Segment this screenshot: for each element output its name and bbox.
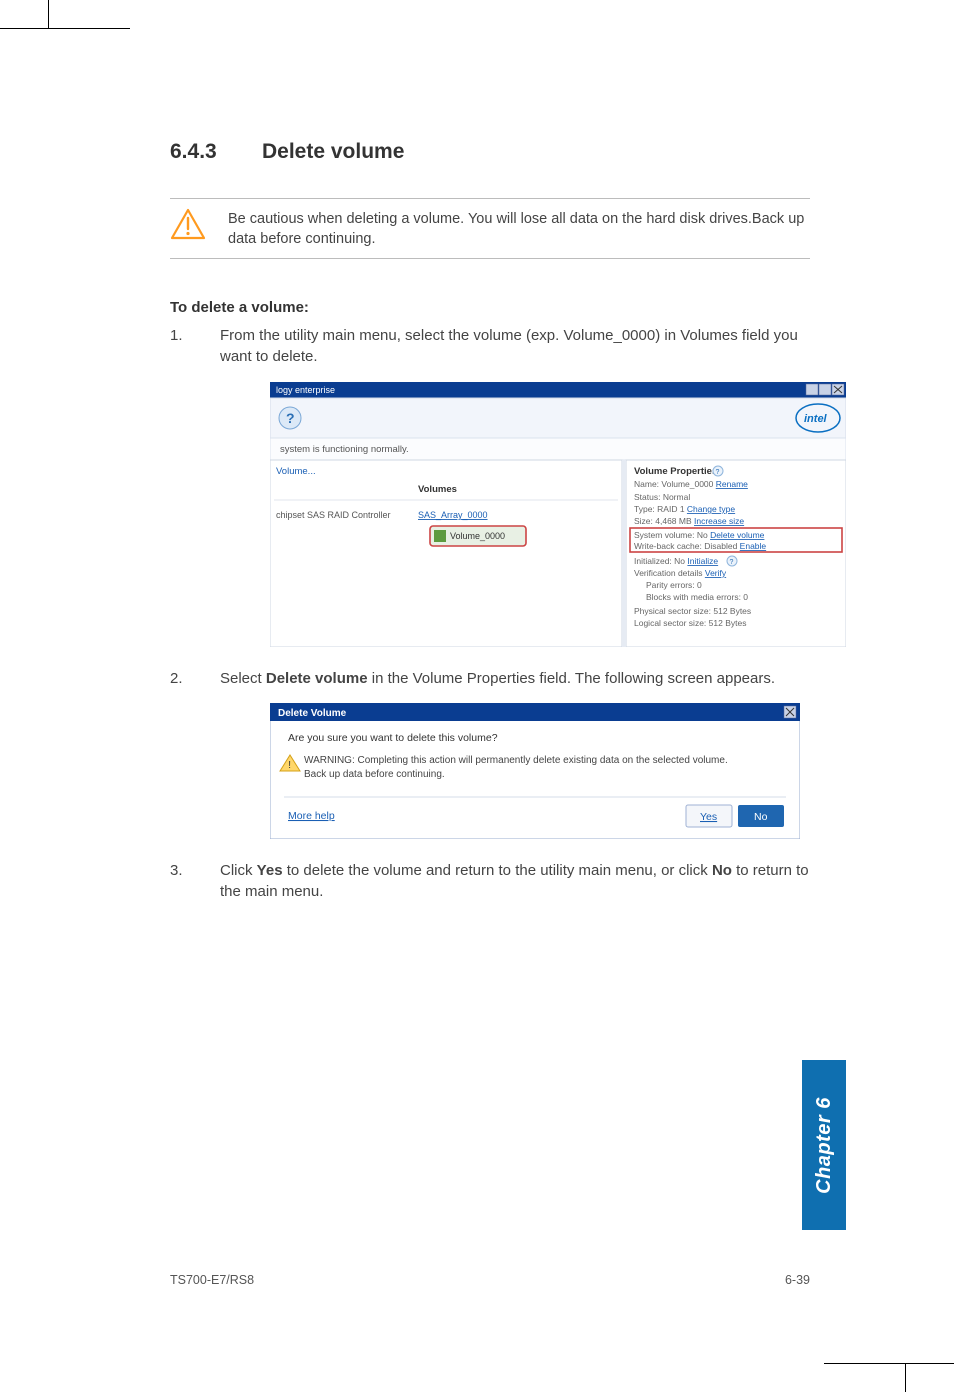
svg-text:Name: Volume_0000 Rename: Name: Volume_0000 Rename	[634, 479, 748, 489]
array-link: SAS_Array_0000	[418, 510, 488, 520]
svg-text:Physical sector size: 512 Byte: Physical sector size: 512 Bytes	[634, 606, 751, 616]
screenshot-volume-properties: logy enterprise ? in	[270, 382, 810, 647]
intel-logo: intel	[804, 413, 828, 425]
dialog-title: Delete Volume	[278, 708, 347, 719]
chapter-tab: Chapter 6	[802, 1060, 846, 1230]
step-text: From the utility main menu, select the v…	[220, 327, 798, 365]
footer-page: 6-39	[785, 1273, 810, 1287]
content-area: 6.4.3Delete volume Be cautious when dele…	[170, 140, 810, 917]
section-number: 6.4.3	[170, 140, 262, 164]
svg-text:Write-back cache: Disabled Ena: Write-back cache: Disabled Enable	[634, 541, 766, 551]
procedure-heading: To delete a volume:	[170, 299, 810, 316]
svg-text:!: !	[288, 760, 291, 771]
page: 6.4.3Delete volume Be cautious when dele…	[0, 0, 954, 1392]
crop-mark	[48, 0, 49, 28]
step-number: 2.	[170, 669, 183, 690]
more-help-link: More help	[288, 810, 335, 822]
svg-text:?: ?	[730, 559, 734, 566]
step-number: 3.	[170, 861, 183, 882]
svg-text:Status: Normal: Status: Normal	[634, 492, 690, 502]
step-1: 1. From the utility main menu, select th…	[170, 326, 810, 646]
create-volume-link: Volume...	[276, 466, 316, 477]
status-row: system is functioning normally.	[280, 444, 409, 455]
svg-text:System volume: No Delete volum: System volume: No Delete volume	[634, 530, 765, 540]
screenshot-delete-dialog: Delete Volume Are you sure you want to d…	[270, 703, 810, 839]
step-3: 3. Click Yes to delete the volume and re…	[170, 861, 810, 902]
svg-text:Size: 4,468 MB Increase size: Size: 4,468 MB Increase size	[634, 516, 744, 526]
svg-text:Initialized: No Initialize: Initialized: No Initialize	[634, 556, 718, 566]
svg-text:Logical sector size: 512 Bytes: Logical sector size: 512 Bytes	[634, 618, 746, 628]
crop-mark	[824, 1363, 954, 1364]
page-footer: TS700-E7/RS8 6-39	[170, 1273, 810, 1287]
svg-text:Parity errors: 0: Parity errors: 0	[646, 580, 702, 590]
volprops-header: Volume Properties	[634, 466, 717, 477]
step-2: 2. Select Delete volume in the Volume Pr…	[170, 669, 810, 840]
volumes-header: Volumes	[418, 484, 457, 495]
step-text: Select Delete volume in the Volume Prope…	[220, 670, 775, 687]
section-title-text: Delete volume	[262, 140, 404, 163]
svg-text:Type: RAID 1 Change type: Type: RAID 1 Change type	[634, 504, 735, 514]
warning-icon	[170, 208, 228, 240]
volume-item: Volume_0000	[450, 531, 505, 541]
controller-label: chipset SAS RAID Controller	[276, 510, 391, 520]
svg-text:Verification details Verify: Verification details Verify	[634, 568, 727, 578]
step-text: Click Yes to delete the volume and retur…	[220, 862, 809, 900]
step-number: 1.	[170, 326, 183, 347]
dialog-warning: WARNING: Completing this action will per…	[304, 755, 728, 766]
svg-text:?: ?	[716, 469, 720, 476]
titlebar-text: logy enterprise	[276, 385, 335, 395]
footer-model: TS700-E7/RS8	[170, 1273, 254, 1287]
warning-callout: Be cautious when deleting a volume. You …	[170, 198, 810, 259]
crop-mark	[0, 28, 130, 29]
svg-text:Blocks with media errors: 0: Blocks with media errors: 0	[646, 592, 748, 602]
steps-list: 1. From the utility main menu, select th…	[170, 326, 810, 902]
dialog-question: Are you sure you want to delete this vol…	[288, 732, 498, 744]
section-heading: 6.4.3Delete volume	[170, 140, 810, 164]
svg-text:Back up data before continuing: Back up data before continuing.	[304, 769, 445, 780]
help-icon: ?	[286, 410, 295, 426]
yes-button: Yes	[700, 811, 717, 823]
crop-mark	[905, 1364, 906, 1392]
chapter-tab-label: Chapter 6	[813, 1097, 836, 1194]
warning-text: Be cautious when deleting a volume. You …	[228, 208, 806, 249]
no-button: No	[754, 811, 768, 823]
